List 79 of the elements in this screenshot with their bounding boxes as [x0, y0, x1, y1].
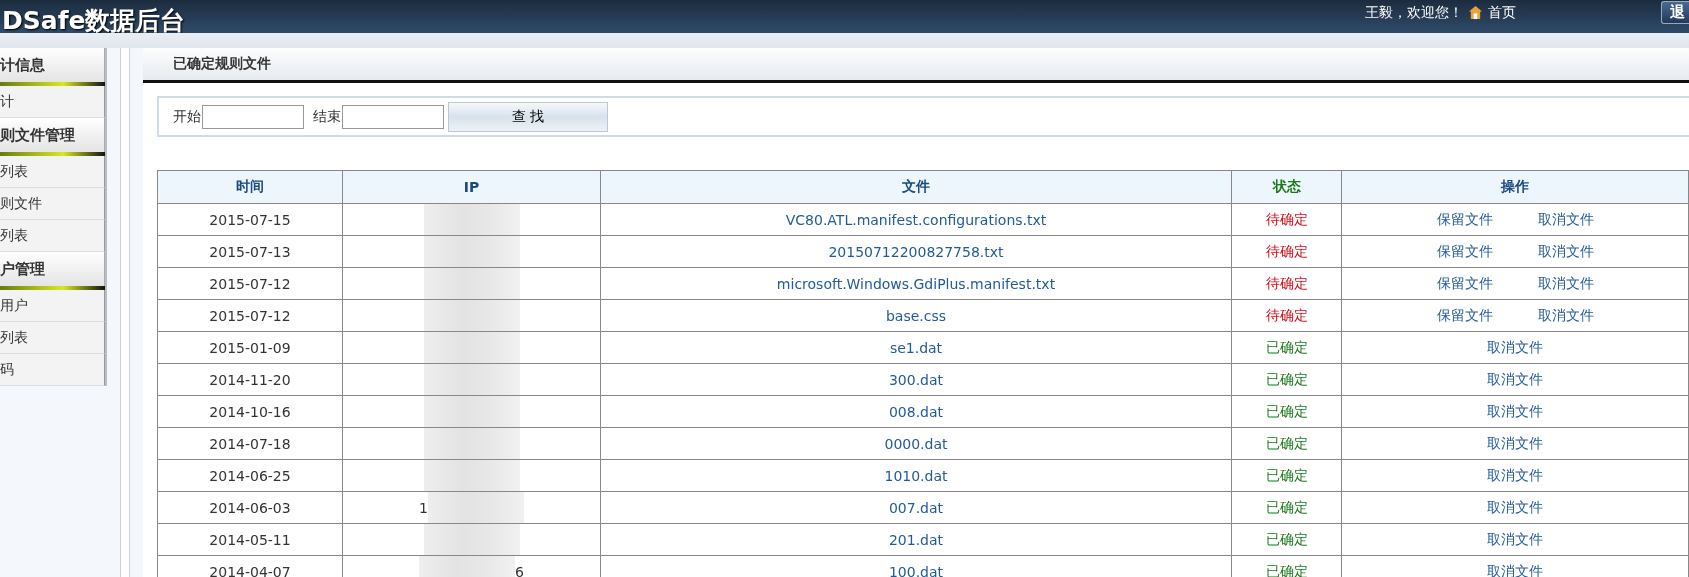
sidebar-item[interactable]: 列表 [0, 220, 105, 252]
greeting-text: 王毅，欢迎您！ [1365, 3, 1463, 22]
date-cell: 2014-06-03 [157, 491, 343, 524]
file-link[interactable]: 300.dat [888, 371, 944, 388]
start-date-field[interactable] [202, 104, 304, 129]
date-cell: 2014-11-20 [157, 363, 343, 396]
date-cell: 2014-05-11 [157, 523, 343, 556]
ip-fragment: 6 [515, 563, 524, 577]
action-link[interactable]: 取消文件 [1487, 466, 1543, 485]
action-link[interactable]: 保留文件 [1436, 274, 1493, 293]
date-cell: 2014-07-18 [157, 427, 343, 460]
file-link[interactable]: 20150712200827758.txt [828, 243, 1004, 260]
panel-title: 已确定规则文件 [173, 55, 271, 73]
action-link[interactable]: 保留文件 [1436, 306, 1493, 325]
file-link[interactable]: 007.dat [888, 499, 944, 516]
action-link[interactable]: 保留文件 [1436, 242, 1493, 261]
status-text: 已确定 [1265, 498, 1308, 515]
status-text: 待确定 [1265, 274, 1308, 291]
start-label: 开始 [173, 107, 201, 126]
action-link[interactable]: 取消文件 [1537, 210, 1594, 229]
column-header: 状态 [1231, 170, 1342, 204]
date-cell: 2015-07-12 [157, 299, 343, 332]
file-link[interactable]: 1010.dat [884, 467, 948, 484]
sidebar-item[interactable]: 列表 [0, 322, 105, 354]
date-cell: 2014-10-16 [157, 395, 343, 428]
action-link[interactable]: 保留文件 [1436, 210, 1493, 229]
end-date-field[interactable] [342, 104, 444, 129]
logout-button[interactable]: 退 [1661, 1, 1689, 24]
action-link[interactable]: 取消文件 [1487, 370, 1543, 389]
end-label: 结束 [313, 107, 341, 126]
status-text: 已确定 [1265, 434, 1308, 451]
action-link[interactable]: 取消文件 [1487, 338, 1543, 357]
status-text: 已确定 [1265, 562, 1308, 577]
file-link[interactable]: 100.dat [888, 563, 944, 577]
date-cell: 2015-07-15 [157, 203, 343, 236]
column-header: IP [342, 170, 601, 204]
action-link[interactable]: 取消文件 [1537, 242, 1594, 261]
date-cell: 2015-07-12 [157, 267, 343, 300]
file-link[interactable]: base.css [885, 307, 947, 324]
status-text: 已确定 [1265, 370, 1308, 387]
status-text: 已确定 [1265, 530, 1308, 547]
sidebar-item[interactable]: 列表 [0, 156, 105, 188]
file-link[interactable]: 201.dat [888, 531, 944, 548]
action-link[interactable]: 取消文件 [1537, 306, 1594, 325]
search-button[interactable]: 查 找 [448, 101, 608, 132]
sidebar-group-header[interactable]: 计信息 [0, 48, 105, 82]
action-link[interactable]: 取消文件 [1487, 434, 1543, 453]
file-link[interactable]: 0000.dat [884, 435, 948, 452]
home-link[interactable]: 首页 [1488, 3, 1516, 22]
house-icon [1468, 5, 1483, 20]
column-header: 文件 [600, 170, 1232, 204]
status-text: 已确定 [1265, 338, 1308, 355]
status-text: 已确定 [1265, 402, 1308, 419]
sidebar-item[interactable]: 用户 [0, 290, 105, 322]
splitter-bar[interactable] [120, 48, 130, 577]
status-text: 待确定 [1265, 306, 1308, 323]
action-link[interactable]: 取消文件 [1487, 402, 1543, 421]
column-header: 操作 [1341, 170, 1689, 204]
date-cell: 2015-07-13 [157, 235, 343, 268]
sidebar-group-header[interactable]: 则文件管理 [0, 118, 105, 152]
status-text: 待确定 [1265, 242, 1308, 259]
file-link[interactable]: se1.dat [889, 339, 943, 356]
date-cell: 2014-06-25 [157, 459, 343, 492]
column-header: 时间 [157, 170, 343, 204]
file-link[interactable]: 008.dat [888, 403, 944, 420]
ip-fragment: 1 [419, 499, 428, 516]
logo-text: DSafe数据后台 [2, 5, 186, 33]
sidebar-group-header[interactable]: 户管理 [0, 252, 105, 286]
status-text: 已确定 [1265, 466, 1308, 483]
sidebar-item[interactable]: 则文件 [0, 188, 105, 220]
sidebar-item[interactable]: 码 [0, 354, 105, 386]
date-cell: 2015-01-09 [157, 331, 343, 364]
action-link[interactable]: 取消文件 [1537, 274, 1594, 293]
status-text: 待确定 [1265, 210, 1308, 227]
sidebar-item[interactable]: 计 [0, 86, 105, 118]
date-cell: 2014-04-07 [157, 555, 343, 577]
action-link[interactable]: 取消文件 [1487, 530, 1543, 549]
action-link[interactable]: 取消文件 [1487, 562, 1543, 577]
action-link[interactable]: 取消文件 [1487, 498, 1543, 517]
